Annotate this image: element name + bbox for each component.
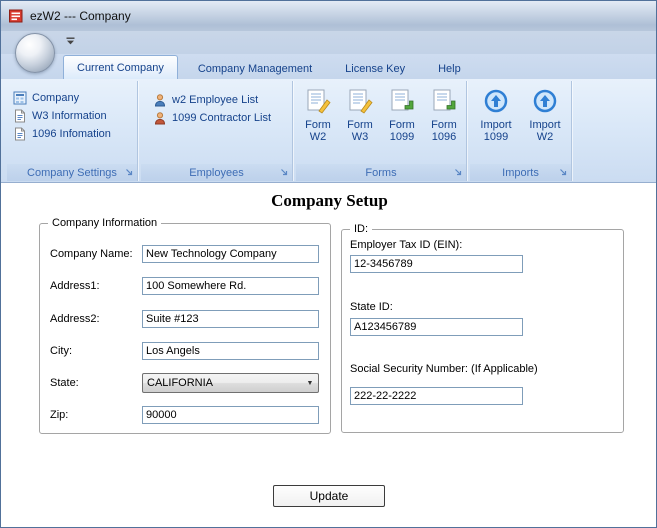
dialog-launcher-icon[interactable] [454, 168, 463, 177]
building-icon [13, 91, 27, 105]
ribbon-button-form-w3[interactable]: Form W3 [340, 88, 380, 143]
dialog-launcher-icon[interactable] [559, 168, 568, 177]
ribbon-button-import-w2[interactable]: Import W2 [522, 88, 568, 143]
ribbon-item-w2-employee-list[interactable]: w2 Employee List [141, 91, 292, 109]
group-caption-company-settings: Company Settings [7, 164, 137, 181]
ribbon-item-label: Company [32, 92, 80, 104]
app-icon [8, 8, 24, 24]
dialog-launcher-icon[interactable] [125, 168, 134, 177]
form-pencil-icon [347, 88, 373, 114]
quick-access-dropdown-icon[interactable] [65, 37, 77, 46]
chevron-down-icon: ▼ [306, 379, 314, 387]
address2-label: Address2: [50, 313, 100, 325]
form-arrow-icon [389, 88, 415, 114]
import-circle-icon [532, 88, 558, 114]
ribbon-button-form-w2[interactable]: Form W2 [298, 88, 338, 143]
ribbon-item-label: W3 Information [32, 110, 107, 122]
company-name-label: Company Name: [50, 248, 133, 260]
form-arrow-icon [431, 88, 457, 114]
form-pencil-icon [305, 88, 331, 114]
tab-current-company[interactable]: Current Company [63, 55, 178, 79]
city-label: City: [50, 345, 72, 357]
tab-license-key[interactable]: License Key [332, 58, 418, 79]
ssn-label: Social Security Number: (If Applicable) [350, 363, 538, 375]
id-legend: ID: [350, 223, 373, 235]
ssn-input[interactable] [350, 387, 523, 405]
ribbon-item-w3-information[interactable]: W3 Information [7, 107, 137, 125]
document-icon [13, 109, 27, 123]
state-id-input[interactable] [350, 318, 523, 336]
import-circle-icon [483, 88, 509, 114]
ribbon-tab-row: Current Company Company Management Licen… [1, 54, 656, 79]
app-window: ezW2 --- Company Current Company Company… [0, 0, 657, 528]
company-name-input[interactable] [142, 245, 319, 263]
tab-company-management[interactable]: Company Management [185, 58, 325, 79]
zip-label: Zip: [50, 409, 69, 421]
ribbon-item-company[interactable]: Company [7, 89, 137, 107]
city-input[interactable] [142, 342, 319, 360]
ribbon-item-label: 1096 Infomation [32, 128, 111, 140]
state-select[interactable]: CALIFORNIA ▼ [142, 373, 319, 393]
ribbon-group-company-settings: Company W3 Information 1096 Infomation C… [7, 81, 138, 181]
id-group: ID: Employer Tax ID (EIN): State ID: Soc… [341, 223, 624, 433]
group-caption-forms: Forms [296, 164, 466, 181]
ribbon-button-form-1099[interactable]: Form 1099 [382, 88, 422, 143]
company-information-group: Company Information Company Name: Addres… [39, 217, 331, 434]
page-title: Company Setup [271, 191, 388, 210]
state-select-value: CALIFORNIA [147, 377, 214, 389]
ribbon-item-1099-contractor-list[interactable]: 1099 Contractor List [141, 109, 292, 127]
ribbon-item-label: w2 Employee List [172, 94, 259, 106]
ribbon: Company W3 Information 1096 Infomation C… [1, 79, 656, 183]
ribbon-button-import-1099[interactable]: Import 1099 [473, 88, 519, 143]
ribbon-group-employees: w2 Employee List 1099 Contractor List Em… [141, 81, 293, 181]
ribbon-item-label: 1099 Contractor List [172, 112, 272, 124]
group-caption-imports: Imports [470, 164, 571, 181]
zip-input[interactable] [142, 406, 319, 424]
company-information-legend: Company Information [48, 217, 162, 229]
address2-input[interactable] [142, 310, 319, 328]
tab-help[interactable]: Help [425, 58, 474, 79]
state-label: State: [50, 377, 79, 389]
address1-label: Address1: [50, 280, 100, 292]
ribbon-button-form-1096[interactable]: Form 1096 [424, 88, 464, 143]
application-orb-button[interactable] [15, 33, 55, 73]
title-bar: ezW2 --- Company [1, 1, 656, 31]
person-icon [153, 93, 167, 107]
document-icon [13, 127, 27, 141]
window-title: ezW2 --- Company [30, 9, 131, 23]
person-icon [153, 111, 167, 125]
ribbon-tabs: Current Company Company Management Licen… [63, 55, 481, 79]
update-button[interactable]: Update [273, 485, 385, 507]
dialog-launcher-icon[interactable] [280, 168, 289, 177]
ribbon-group-imports: Import 1099 Import W2 Imports [470, 81, 572, 181]
ribbon-item-1096-information[interactable]: 1096 Infomation [7, 125, 137, 143]
ribbon-group-forms: Form W2 Form W3 Form 1099 Form 1096 Form… [296, 81, 467, 181]
ein-input[interactable] [350, 255, 523, 273]
ein-label: Employer Tax ID (EIN): [350, 239, 463, 251]
group-caption-employees: Employees [141, 164, 292, 181]
main-content: Company Setup Company Information Compan… [1, 183, 656, 527]
address1-input[interactable] [142, 277, 319, 295]
quick-access-toolbar [1, 31, 656, 54]
state-id-label: State ID: [350, 301, 393, 313]
